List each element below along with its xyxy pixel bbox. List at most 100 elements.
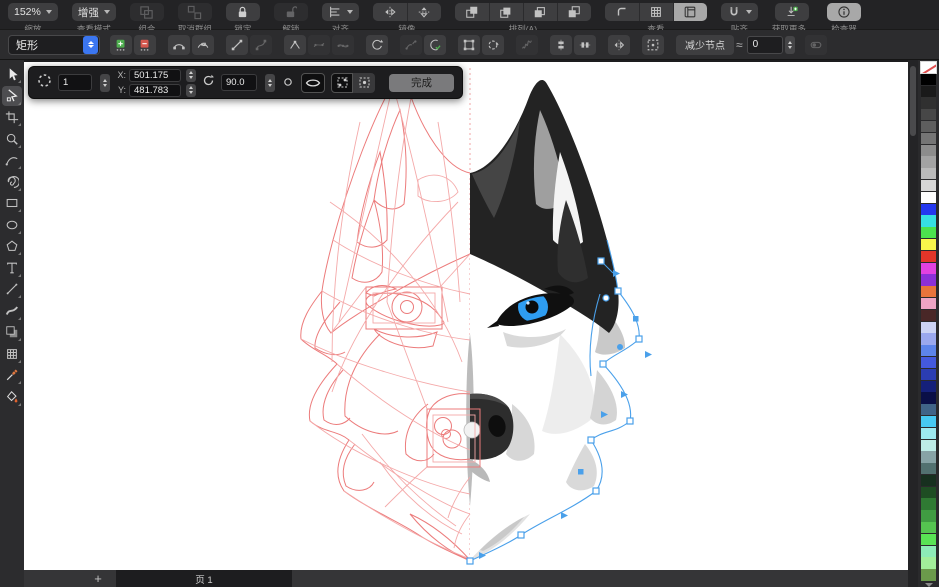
y-coordinate-field[interactable]: 481.783: [129, 84, 181, 97]
join-nodes-button[interactable]: [168, 35, 190, 55]
polygon-tool[interactable]: [2, 236, 22, 256]
color-swatch[interactable]: [921, 227, 936, 238]
color-swatch[interactable]: [921, 404, 936, 415]
y-stepper[interactable]: [186, 84, 196, 97]
rectangle-tool[interactable]: [2, 193, 22, 213]
crop-tool[interactable]: [2, 107, 22, 127]
color-swatch[interactable]: [921, 168, 936, 179]
add-node-button[interactable]: [110, 35, 132, 55]
color-swatch[interactable]: [921, 392, 936, 403]
reflect-nodes-button[interactable]: [608, 35, 630, 55]
x-coordinate-field[interactable]: 501.175: [129, 69, 181, 82]
reduce-nodes-stepper[interactable]: [785, 36, 795, 54]
drawing-canvas[interactable]: 1 X: 501.175 Y: 481.783 90.0: [24, 60, 908, 570]
drop-shadow-tool[interactable]: [2, 322, 22, 342]
pick-tool[interactable]: [2, 64, 22, 84]
inspector-button[interactable]: [827, 3, 861, 21]
mesh-fill-tool[interactable]: [2, 344, 22, 364]
color-swatch[interactable]: [921, 463, 936, 474]
color-swatch[interactable]: [921, 156, 936, 167]
color-swatch[interactable]: [921, 546, 936, 557]
line-tool[interactable]: [2, 279, 22, 299]
page-tab[interactable]: 页 1: [116, 570, 292, 587]
color-swatch[interactable]: [921, 192, 936, 203]
curve-smoothness-button[interactable]: [805, 35, 827, 55]
color-swatch[interactable]: [921, 487, 936, 498]
count-stepper[interactable]: [100, 74, 110, 92]
reduce-nodes-value[interactable]: 0: [747, 36, 783, 54]
snap-nodes-toggle[interactable]: [353, 73, 375, 93]
color-swatch[interactable]: [921, 251, 936, 262]
combine-button[interactable]: [130, 3, 164, 21]
color-swatch[interactable]: [921, 475, 936, 486]
color-swatch[interactable]: [921, 310, 936, 321]
symmetrical-node-button[interactable]: [332, 35, 354, 55]
color-swatch[interactable]: [921, 440, 936, 451]
close-curve-button[interactable]: [424, 35, 446, 55]
zoom-tool[interactable]: [2, 129, 22, 149]
color-swatch[interactable]: [921, 522, 936, 533]
delete-node-button[interactable]: [134, 35, 156, 55]
mirror-horizontal-button[interactable]: [373, 3, 407, 21]
color-swatch[interactable]: [921, 86, 936, 97]
color-swatch[interactable]: [921, 298, 936, 309]
reverse-direction-button[interactable]: [366, 35, 388, 55]
color-swatch[interactable]: [921, 239, 936, 250]
unlock-button[interactable]: [274, 3, 308, 21]
color-swatch[interactable]: [921, 557, 936, 568]
color-swatch[interactable]: [921, 286, 936, 297]
color-swatch[interactable]: [921, 322, 936, 333]
repeat-count-field[interactable]: 1: [58, 74, 92, 91]
no-fill-swatch[interactable]: [921, 62, 936, 73]
color-swatch[interactable]: [921, 357, 936, 368]
color-swatch[interactable]: [921, 369, 936, 380]
interactive-fill-tool[interactable]: [2, 387, 22, 407]
break-node-button[interactable]: [192, 35, 214, 55]
snap-dropdown[interactable]: [721, 3, 758, 21]
zoom-level-dropdown[interactable]: 152%: [8, 3, 58, 21]
order-to-front-button[interactable]: [455, 3, 489, 21]
ellipse-tool[interactable]: [2, 215, 22, 235]
color-swatch[interactable]: [921, 333, 936, 344]
anchor-point-icon[interactable]: [283, 74, 293, 92]
color-swatch[interactable]: [921, 145, 936, 156]
select-all-nodes-button[interactable]: [642, 35, 664, 55]
view-mode-dropdown[interactable]: 增强: [72, 3, 116, 21]
scrollbar-thumb[interactable]: [910, 66, 916, 136]
shape-type-select[interactable]: 矩形: [8, 35, 100, 55]
done-button[interactable]: 完成: [389, 74, 454, 92]
mirror-vertical-button[interactable]: [407, 3, 441, 21]
color-swatch[interactable]: [921, 74, 936, 85]
color-swatch[interactable]: [921, 274, 936, 285]
ungroup-button[interactable]: [178, 3, 212, 21]
convert-to-line-button[interactable]: [226, 35, 248, 55]
text-tool[interactable]: [2, 258, 22, 278]
vertical-scrollbar[interactable]: [908, 60, 918, 587]
color-swatch[interactable]: [921, 451, 936, 462]
reduce-nodes-button[interactable]: 减少节点: [676, 35, 734, 55]
align-nodes-h-button[interactable]: [550, 35, 572, 55]
view-page-button[interactable]: [673, 3, 707, 21]
order-forward-button[interactable]: [489, 3, 523, 21]
x-stepper[interactable]: [186, 69, 196, 82]
view-grid-button[interactable]: [639, 3, 673, 21]
color-swatch[interactable]: [921, 109, 936, 120]
color-swatch[interactable]: [921, 133, 936, 144]
align-dropdown[interactable]: [322, 3, 359, 21]
align-nodes-v-button[interactable]: [574, 35, 596, 55]
color-swatch[interactable]: [921, 428, 936, 439]
lock-button[interactable]: [226, 3, 260, 21]
color-swatch[interactable]: [921, 215, 936, 226]
angle-stepper[interactable]: [265, 74, 275, 92]
get-more-button[interactable]: [775, 3, 809, 21]
convert-to-curve-button[interactable]: [250, 35, 272, 55]
rotate-skew-nodes-button[interactable]: [482, 35, 504, 55]
spiral-tool[interactable]: [2, 172, 22, 192]
order-to-back-button[interactable]: [557, 3, 591, 21]
extract-subpath-button[interactable]: [400, 35, 422, 55]
color-swatch[interactable]: [921, 180, 936, 191]
color-swatch[interactable]: [921, 498, 936, 509]
color-swatch[interactable]: [921, 510, 936, 521]
eyedropper-tool[interactable]: [2, 365, 22, 385]
view-guides-button[interactable]: [605, 3, 639, 21]
